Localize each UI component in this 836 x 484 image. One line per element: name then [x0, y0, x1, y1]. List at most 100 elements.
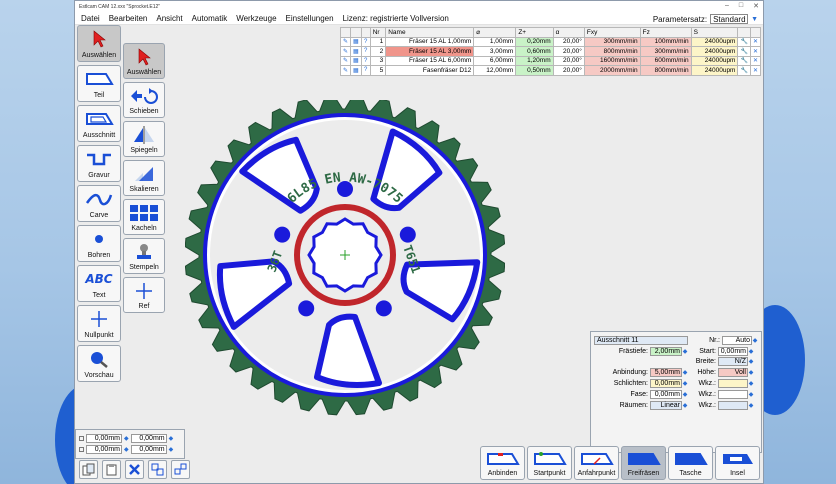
cell-diameter[interactable]: 12,00mm [473, 65, 517, 76]
col-name[interactable]: Name [385, 27, 475, 38]
cell-angle[interactable]: 20,00° [552, 55, 585, 66]
nr-field[interactable]: Auto [722, 335, 752, 345]
cell-zstep[interactable]: 0,50mm [515, 65, 554, 76]
cell-fxy[interactable]: 2000mm/min [583, 65, 641, 76]
spin-icon[interactable]: ◆ [169, 446, 174, 453]
tool-cutout-button[interactable]: Ausschnitt [77, 105, 121, 142]
menu-einstellungen[interactable]: Einstellungen [286, 14, 334, 23]
spin-icon[interactable]: ◆ [748, 391, 754, 398]
tool-preview-button[interactable]: Vorschau [77, 345, 121, 382]
tool-scale-button[interactable]: Skalieren [123, 160, 165, 196]
table-row[interactable]: ✎ ▦? 3 Fräser 15 AL 6,00mm 6,00mm 1,20mm 20,00… [339, 55, 762, 66]
property-field[interactable] [718, 389, 748, 399]
delete-row-icon[interactable]: ✕ [749, 46, 762, 57]
spin-icon[interactable]: ◆ [124, 446, 129, 453]
tool-origin-button[interactable]: Nullpunkt [77, 305, 121, 342]
col-fz[interactable]: Fz [639, 27, 692, 38]
col-diameter[interactable]: ⌀ [473, 27, 517, 38]
coord-x1-field[interactable]: 0,00mm [86, 434, 122, 443]
delete-row-icon[interactable]: ✕ [749, 65, 762, 76]
lock-icon[interactable]: ✎ [339, 65, 352, 76]
maximize-button[interactable]: □ [739, 2, 743, 10]
paste-button[interactable] [102, 460, 121, 479]
col-speed[interactable]: S [690, 27, 739, 38]
cell-speed[interactable]: 24000upm [690, 55, 739, 66]
copy-button[interactable] [79, 460, 98, 479]
edit-icon[interactable]: 🔧 [737, 46, 751, 57]
tool-engrave-button[interactable]: Gravur [77, 145, 121, 182]
lock-icon[interactable]: ✎ [339, 46, 352, 57]
tool-type-icon[interactable]: ▦ [350, 46, 362, 57]
cell-fz[interactable]: 800mm/min [639, 65, 692, 76]
edit-icon[interactable]: 🔧 [737, 65, 751, 76]
checkbox-icon[interactable] [79, 436, 84, 441]
help-icon[interactable]: ? [360, 65, 371, 76]
cell-zstep[interactable]: 0,60mm [515, 46, 554, 57]
delete-button[interactable] [125, 460, 144, 479]
bridge-button[interactable]: Anbinden [480, 446, 525, 480]
spin-icon[interactable]: ◆ [748, 402, 754, 409]
menu-bearbeiten[interactable]: Bearbeiten [109, 14, 148, 23]
menu-werkzeuge[interactable]: Werkzeuge [236, 14, 276, 23]
spin-icon[interactable]: ◆ [748, 369, 754, 376]
cell-fz[interactable]: 300mm/min [639, 46, 692, 57]
table-row[interactable]: ✎ ▦? 2 Fräser 15 AL 3,00mm 3,00mm 0,60mm 20,00… [339, 46, 762, 57]
approach-point-button[interactable]: Anfahrpunkt [574, 446, 619, 480]
cell-fxy[interactable]: 300mm/min [583, 36, 641, 47]
cell-zstep[interactable]: 1,20mm [515, 55, 554, 66]
cell-name[interactable]: Fräser 15 AL 3,00mm [385, 46, 475, 57]
coord-x2-field[interactable]: 0,00mm [130, 434, 167, 443]
menu-ansicht[interactable]: Ansicht [156, 14, 182, 23]
tool-mirror-button[interactable]: Spiegeln [123, 121, 165, 157]
group-button[interactable] [148, 460, 167, 479]
checkbox-icon[interactable] [79, 447, 84, 452]
property-field[interactable]: 2,00mm [650, 346, 682, 356]
tool-text-button[interactable]: ABC Text [77, 265, 121, 302]
coord-y2-field[interactable]: 0,00mm [130, 445, 167, 454]
cell-fxy[interactable]: 800mm/min [583, 46, 641, 57]
cell-angle[interactable]: 20,00° [552, 36, 585, 47]
property-field[interactable]: 0,00mm [718, 346, 748, 356]
property-field[interactable] [718, 400, 748, 410]
cell-diameter[interactable]: 1,00mm [473, 36, 517, 47]
cell-diameter[interactable]: 3,00mm [473, 46, 517, 57]
col-angle[interactable]: α [552, 27, 585, 38]
spin-icon[interactable]: ◆ [169, 435, 174, 442]
clear-button[interactable]: Freifräsen [621, 446, 666, 480]
tool-move-button[interactable]: Schieben [123, 82, 165, 118]
menu-datei[interactable]: Datei [81, 14, 100, 23]
tool-reference-button[interactable]: Ref [123, 277, 165, 313]
tool-type-icon[interactable]: ▦ [350, 36, 362, 47]
help-icon[interactable]: ? [360, 36, 371, 47]
tool-tile-button[interactable]: Kacheln [123, 199, 165, 235]
col-zstep[interactable]: Z+ [515, 27, 554, 38]
minimize-button[interactable]: – [725, 2, 729, 10]
paramset-select[interactable]: Standard [710, 14, 749, 24]
cell-speed[interactable]: 24000upm [690, 36, 739, 47]
lock-icon[interactable]: ✎ [339, 36, 352, 47]
edit-icon[interactable]: 🔧 [737, 36, 751, 47]
col-nr[interactable]: Nr [369, 27, 387, 38]
tool-type-icon[interactable]: ▦ [350, 55, 362, 66]
property-field[interactable] [718, 379, 748, 389]
coord-y1-field[interactable]: 0,00mm [86, 445, 122, 454]
cell-speed[interactable]: 24000upm [690, 65, 739, 76]
help-icon[interactable]: ? [360, 55, 371, 66]
close-button[interactable]: ✕ [753, 2, 759, 10]
cell-name[interactable]: Fräser 15 AL 6,00mm [385, 55, 475, 66]
cell-name[interactable]: Fasenfräser D12 [385, 65, 475, 76]
help-icon[interactable]: ? [360, 46, 371, 57]
chevron-down-icon[interactable]: ▼ [751, 16, 758, 23]
menu-automatik[interactable]: Automatik [192, 14, 228, 23]
cell-diameter[interactable]: 6,00mm [473, 55, 517, 66]
property-field[interactable]: N/Z [718, 357, 748, 367]
delete-row-icon[interactable]: ✕ [749, 36, 762, 47]
cell-speed[interactable]: 24000upm [690, 46, 739, 57]
property-field[interactable]: Voll [718, 368, 748, 378]
property-field[interactable]: Linear [650, 400, 682, 410]
delete-row-icon[interactable]: ✕ [749, 55, 762, 66]
cell-angle[interactable]: 20,00° [552, 65, 585, 76]
cell-fz[interactable]: 100mm/min [639, 36, 692, 47]
cell-zstep[interactable]: 0,20mm [515, 36, 554, 47]
col-fxy[interactable]: Fxy [583, 27, 641, 38]
